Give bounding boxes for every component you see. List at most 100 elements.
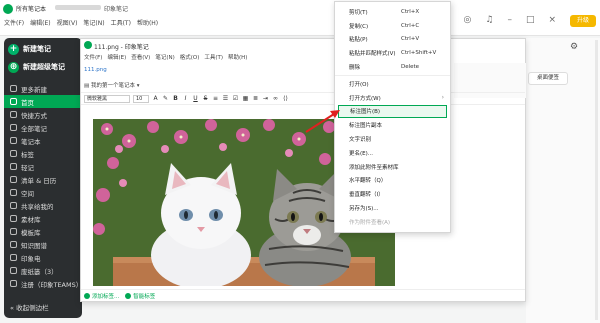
sidebar-item-home[interactable]: 首页: [4, 95, 82, 108]
more-new-icon: [10, 85, 17, 92]
sidebar-item-knowledge-graph[interactable]: 知识图谱: [4, 238, 82, 251]
close-icon[interactable]: ×: [548, 15, 556, 25]
menu-item-annotate-copy[interactable]: 标注图片副本: [335, 118, 450, 132]
font-family-select[interactable]: 微软雅黑: [84, 94, 130, 103]
note-title-field[interactable]: 111.png: [84, 67, 107, 73]
italic-icon[interactable]: I: [182, 95, 189, 102]
note-menu-file[interactable]: 文件(F): [84, 53, 102, 61]
sidebar-item-label: 更多新建: [21, 85, 47, 94]
new-super-note-label: 新建超级笔记: [23, 63, 65, 71]
menu-tools[interactable]: 工具(T): [111, 18, 131, 27]
menu-item-label: 复制(C): [349, 23, 369, 30]
menu-item-add-to-materials[interactable]: 添加此附件至素材库: [335, 160, 450, 174]
menu-item-open-with[interactable]: 打开方式(W) ›: [335, 91, 450, 105]
menu-item-delete[interactable]: 删除 Delete: [335, 60, 450, 74]
menu-edit[interactable]: 编辑(E): [30, 18, 50, 27]
sidebar-item-notebooks[interactable]: 笔记本: [4, 134, 82, 147]
sidebar-item-yinxiang[interactable]: 印象电: [4, 251, 82, 264]
menu-item-paste[interactable]: 粘贴(P) Ctrl+V: [335, 33, 450, 47]
note-menu-note[interactable]: 笔记(N): [155, 53, 174, 61]
sidebar-item-label: 轻记: [21, 163, 34, 172]
underline-icon[interactable]: U: [192, 95, 199, 102]
smart-tag-button[interactable]: 智能标签: [125, 292, 155, 300]
menu-item-rename[interactable]: 更名(E)...: [335, 146, 450, 160]
sidebar-item-label: 素材库: [21, 215, 41, 224]
note-menu-edit[interactable]: 编辑(E): [107, 53, 126, 61]
code-icon[interactable]: ⟨⟩: [282, 95, 289, 102]
menu-item-paste-match-style[interactable]: 粘贴并匹配样式(V) Ctrl+Shift+V: [335, 46, 450, 60]
menu-help[interactable]: 帮助(H): [137, 18, 158, 27]
note-menu-bar: 文件(F) 编辑(E) 查看(V) 笔记(N) 格式(O) 工具(T) 帮助(H…: [84, 53, 247, 61]
minimize-icon[interactable]: –: [507, 15, 512, 25]
sidebar-item-trash[interactable]: 废纸篓（3）: [4, 264, 82, 277]
text-color-icon[interactable]: A: [152, 95, 159, 102]
note-menu-view[interactable]: 查看(V): [131, 53, 150, 61]
menu-item-copy[interactable]: 复制(C) Ctrl+C: [335, 19, 450, 33]
menu-item-cut[interactable]: 剪切(T) Ctrl+X: [335, 5, 450, 19]
sidebar-item-shortcuts[interactable]: 快捷方式: [4, 108, 82, 121]
link-icon[interactable]: ∞: [272, 95, 279, 102]
menu-file[interactable]: 文件(F): [4, 18, 24, 27]
menu-item-label: 粘贴(P): [349, 37, 368, 44]
add-tag-button[interactable]: 添加标签...: [84, 292, 119, 300]
sidebar-item-spaces[interactable]: 空间: [4, 186, 82, 199]
new-super-note-button[interactable]: ⊕ 新建超级笔记: [8, 58, 78, 76]
evernote-logo-icon: [3, 4, 13, 14]
menu-item-ocr[interactable]: 文字识别: [335, 132, 450, 146]
note-menu-format[interactable]: 格式(O): [180, 53, 200, 61]
main-scrollbar[interactable]: [595, 40, 598, 320]
menu-item-shortcut: Ctrl+C: [401, 22, 420, 29]
maximize-icon[interactable]: □: [526, 15, 535, 25]
shared-icon: [10, 202, 17, 209]
format-toolbar: 微软雅黑 10 A ✎ B I U S ≡ ☰ ☑ ▦ ≣ ⇥ ∞ ⟨⟩: [81, 92, 525, 105]
settings-icon[interactable]: ◎: [464, 15, 472, 25]
strikethrough-icon[interactable]: S: [202, 95, 209, 102]
sidebar-item-label: 标签: [21, 150, 34, 159]
menu-item-view-as-attachment[interactable]: 作为附件查看(A): [335, 215, 450, 229]
sidebar-item-templates[interactable]: 模板库: [4, 225, 82, 238]
evernote-small-icon: [84, 41, 92, 49]
sidebar-item-more-new[interactable]: 更多新建: [4, 82, 82, 95]
highlight-icon[interactable]: ✎: [162, 95, 169, 102]
bell-icon[interactable]: ♫: [485, 15, 493, 25]
collapse-sidebar-button[interactable]: « 收起侧边栏: [10, 302, 49, 312]
note-menu-help[interactable]: 帮助(H): [228, 53, 247, 61]
sidebar-item-register-teams[interactable]: 注册（印象TEAMS）: [4, 277, 82, 290]
desktop-note-button[interactable]: 桌面便签: [528, 72, 568, 85]
menu-item-flip-horizontal[interactable]: 水平翻转（Q）: [335, 174, 450, 188]
checkbox-icon[interactable]: ☑: [232, 95, 239, 102]
sidebar-item-tasks-calendar[interactable]: 清单 & 日历: [4, 173, 82, 186]
space-icon: [10, 189, 17, 196]
numbered-list-icon[interactable]: ☰: [222, 95, 229, 102]
menu-item-annotate-image[interactable]: 标注图片(B): [338, 104, 447, 119]
template-icon: [10, 228, 17, 235]
gear-icon[interactable]: ⚙: [570, 42, 578, 52]
align-icon[interactable]: ≣: [252, 95, 259, 102]
bold-icon[interactable]: B: [172, 95, 179, 102]
upgrade-button[interactable]: 升级: [570, 15, 596, 27]
notebook-selector[interactable]: ▤ 我的第一个笔记本 ▾: [84, 81, 139, 89]
menu-item-label: 添加此附件至素材库: [349, 164, 399, 171]
sidebar-item-all-notes[interactable]: 全部笔记: [4, 121, 82, 134]
new-note-button[interactable]: + 新建笔记: [8, 40, 78, 58]
sidebar-item-tags[interactable]: 标签: [4, 147, 82, 160]
font-size-select[interactable]: 10: [133, 94, 149, 103]
table-icon[interactable]: ▦: [242, 95, 249, 102]
sidebar-item-quick-notes[interactable]: 轻记: [4, 160, 82, 173]
note-menu-tools[interactable]: 工具(T): [204, 53, 223, 61]
menu-item-flip-vertical[interactable]: 垂直翻转（I）: [335, 187, 450, 201]
menu-item-label: 标注图片副本: [349, 123, 383, 130]
menu-view[interactable]: 视图(V): [57, 18, 78, 27]
menu-note[interactable]: 笔记(N): [83, 18, 104, 27]
menu-item-label: 标注图片(B): [350, 109, 381, 116]
menu-item-save-as[interactable]: 另存为(S)...: [335, 201, 450, 215]
menu-item-label: 另存为(S)...: [349, 206, 379, 213]
collapse-icon: «: [10, 304, 14, 312]
tag-icon: [84, 293, 90, 299]
bullet-list-icon[interactable]: ≡: [212, 95, 219, 102]
sidebar-item-materials[interactable]: 素材库: [4, 212, 82, 225]
sidebar-item-label: 笔记本: [21, 137, 41, 146]
menu-item-open[interactable]: 打开(O): [335, 77, 450, 91]
indent-icon[interactable]: ⇥: [262, 95, 269, 102]
sidebar-item-shared[interactable]: 共享给我的: [4, 199, 82, 212]
